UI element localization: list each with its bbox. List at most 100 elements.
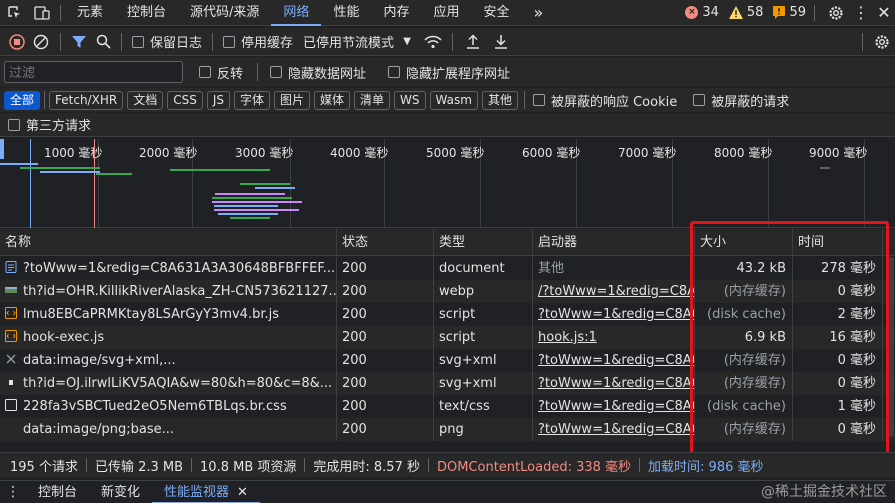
- device-toolbar-icon[interactable]: [28, 0, 56, 26]
- more-options-icon[interactable]: ⋮: [849, 3, 873, 22]
- chevron-down-icon[interactable]: ▼: [394, 36, 420, 47]
- devtools-tab-bar: 元素 控制台 源代码/来源 网络 性能 内存 应用 安全 » × 34 58 5…: [0, 0, 895, 26]
- chip-manifest[interactable]: 清单: [354, 90, 391, 110]
- table-row[interactable]: th?id=OHR.KillikRiverAlaska_ZH-CN5736211…: [0, 280, 895, 303]
- warning-counter[interactable]: 58: [728, 5, 763, 20]
- chip-all[interactable]: 全部: [4, 90, 41, 110]
- initiator-link[interactable]: hook.js:1: [533, 326, 695, 349]
- type-cell: script: [434, 326, 533, 349]
- request-name-cell[interactable]: ?toWww=1&redig=C8A631A3A30648BFBFFEF...: [0, 257, 337, 280]
- chip-js[interactable]: JS: [206, 90, 230, 110]
- drawer-tab-whats-new[interactable]: 新变化: [89, 481, 152, 503]
- network-conditions-icon[interactable]: [420, 35, 446, 49]
- table-row[interactable]: 228fa3vSBCTued2eO5Nem6TBLqs.br.css 200 t…: [0, 395, 895, 418]
- chip-wasm[interactable]: Wasm: [429, 90, 478, 110]
- inspect-element-icon[interactable]: [0, 0, 28, 26]
- upload-icon[interactable]: [459, 34, 487, 49]
- more-tabs-button[interactable]: »: [522, 0, 556, 26]
- chip-font[interactable]: 字体: [233, 90, 270, 110]
- overview-selection-handle[interactable]: [0, 139, 4, 159]
- blocked-requests-checkbox[interactable]: [693, 94, 706, 106]
- request-name-cell[interactable]: th?id=OJ.ilrwlLiKV5AQIA&w=80&h=80&c=8&..…: [0, 372, 337, 395]
- waterfall-bar: [820, 167, 830, 169]
- throttling-select[interactable]: 已停用节流模式: [303, 32, 394, 51]
- table-row[interactable]: data:image/svg+xml,... 200 svg+xml ?toWw…: [0, 349, 895, 372]
- close-icon[interactable]: ✕: [873, 3, 895, 22]
- table-scrollbar[interactable]: [887, 257, 894, 437]
- chip-css[interactable]: CSS: [167, 90, 203, 110]
- record-stop-icon[interactable]: [6, 33, 28, 50]
- network-settings-gear-icon[interactable]: [869, 34, 895, 50]
- resource-type-filters: 全部 Fetch/XHR 文档 CSS JS 字体 图片 媒体 清单 WS Wa…: [0, 88, 895, 112]
- filter-icon[interactable]: [67, 35, 91, 49]
- filter-input[interactable]: [4, 61, 183, 83]
- column-header-initiator[interactable]: 启动器: [533, 228, 695, 256]
- stylesheet-icon: [5, 396, 17, 411]
- drawer-menu-icon[interactable]: ⋮: [0, 484, 26, 500]
- tab-network[interactable]: 网络: [271, 0, 322, 26]
- disable-cache-checkbox[interactable]: [223, 35, 236, 48]
- invert-checkbox[interactable]: [199, 66, 211, 78]
- tab-memory[interactable]: 内存: [371, 0, 421, 26]
- tab-console[interactable]: 控制台: [115, 0, 178, 26]
- table-row[interactable]: th?id=OJ.ilrwlLiKV5AQIA&w=80&h=80&c=8&..…: [0, 372, 895, 395]
- chip-other[interactable]: 其他: [481, 90, 518, 110]
- overview-timeline[interactable]: 1000 毫秒 2000 毫秒 3000 毫秒 4000 毫秒 5000 毫秒 …: [0, 139, 895, 228]
- column-header-name[interactable]: 名称: [0, 228, 337, 256]
- error-counter[interactable]: × 34: [685, 5, 719, 20]
- blocked-requests-label: 被屏蔽的请求: [711, 94, 790, 110]
- hide-extension-urls-checkbox[interactable]: [388, 66, 401, 78]
- drawer-tab-performance-monitor[interactable]: 性能监视器 ✕: [152, 481, 260, 503]
- preserve-log-checkbox[interactable]: [132, 35, 144, 48]
- column-header-size[interactable]: 大小: [695, 228, 793, 256]
- issues-counter[interactable]: 59: [773, 5, 806, 20]
- table-row[interactable]: ?toWww=1&redig=C8A631A3A30648BFBFFEF... …: [0, 257, 895, 280]
- drawer-tab-console[interactable]: 控制台: [26, 481, 89, 503]
- load-event-marker: [94, 139, 95, 228]
- waterfall-bar: [40, 171, 100, 173]
- table-row[interactable]: hook-exec.js 200 script hook.js:1 6.9 kB…: [0, 326, 895, 349]
- initiator-link[interactable]: ?toWww=1&redig=C8A6: [533, 303, 695, 326]
- column-header-status[interactable]: 状态: [337, 228, 434, 256]
- table-row[interactable]: lmu8EBCaPRMKtay8LSArGyY3mv4.br.js 200 sc…: [0, 303, 895, 326]
- resources-size: 10.8 MB 项资源: [200, 459, 297, 475]
- chip-doc[interactable]: 文档: [127, 90, 164, 110]
- hide-data-urls-checkbox[interactable]: [270, 66, 283, 78]
- initiator-link[interactable]: ?toWww=1&redig=C8A6: [533, 418, 695, 441]
- request-name-cell[interactable]: data:image/png;base...: [0, 418, 337, 441]
- column-header-type[interactable]: 类型: [434, 228, 533, 256]
- initiator-link[interactable]: ?toWww=1&redig=C8A6: [533, 372, 695, 395]
- initiator-link[interactable]: /?toWww=1&redig=C8A6: [533, 280, 695, 303]
- request-name-cell[interactable]: th?id=OHR.KillikRiverAlaska_ZH-CN5736211…: [0, 280, 337, 303]
- initiator-link[interactable]: ?toWww=1&redig=C8A6: [533, 395, 695, 418]
- close-icon[interactable]: ✕: [237, 485, 248, 500]
- tab-application[interactable]: 应用: [421, 0, 471, 26]
- drawer-tab-label: 性能监视器: [164, 484, 230, 500]
- chip-ws[interactable]: WS: [394, 90, 426, 110]
- request-name-cell[interactable]: hook-exec.js: [0, 326, 337, 349]
- network-toolbar: 保留日志 停用缓存 已停用节流模式 ▼: [0, 28, 895, 56]
- gear-icon[interactable]: [823, 5, 849, 21]
- status-cell: 200: [337, 257, 434, 280]
- blocked-cookies-checkbox[interactable]: [532, 94, 545, 106]
- initiator-link[interactable]: ?toWww=1&redig=C8A6: [533, 349, 695, 372]
- close-icon: [5, 350, 17, 364]
- issue-count: 59: [789, 5, 806, 20]
- download-icon[interactable]: [487, 34, 515, 49]
- request-name-cell[interactable]: data:image/svg+xml,...: [0, 349, 337, 372]
- status-cell: 200: [337, 349, 434, 372]
- tab-sources[interactable]: 源代码/来源: [178, 0, 271, 26]
- request-name-cell[interactable]: 228fa3vSBCTued2eO5Nem6TBLqs.br.css: [0, 395, 337, 418]
- third-party-checkbox[interactable]: [8, 118, 20, 131]
- tab-elements[interactable]: 元素: [65, 0, 115, 26]
- clear-icon[interactable]: [28, 34, 54, 50]
- request-name-cell[interactable]: lmu8EBCaPRMKtay8LSArGyY3mv4.br.js: [0, 303, 337, 326]
- tab-performance[interactable]: 性能: [321, 0, 371, 26]
- tab-security[interactable]: 安全: [471, 0, 521, 26]
- search-icon[interactable]: [91, 34, 115, 49]
- chip-img[interactable]: 图片: [274, 90, 311, 110]
- chip-media[interactable]: 媒体: [314, 90, 351, 110]
- column-header-time[interactable]: 时间: [793, 228, 883, 256]
- chip-fetch-xhr[interactable]: Fetch/XHR: [49, 90, 124, 110]
- table-row[interactable]: data:image/png;base... 200 png ?toWww=1&…: [0, 418, 895, 441]
